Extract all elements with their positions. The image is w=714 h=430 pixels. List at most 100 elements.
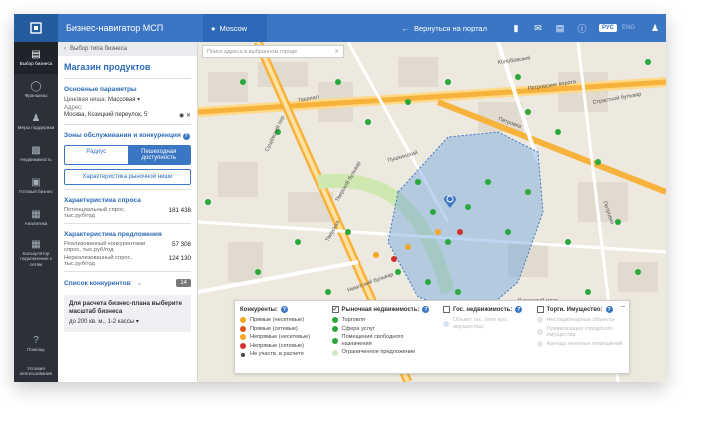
- close-icon[interactable]: ✕: [186, 113, 191, 119]
- nav-terms[interactable]: Условия использования: [14, 360, 58, 382]
- zones-heading-label: Зоны обслуживания и конкуренция: [64, 132, 181, 139]
- legend-item-label: Ограниченное предложение: [341, 349, 416, 356]
- nav-label: Калькулятор подключения к сетям: [20, 250, 52, 267]
- zone-radius-tab[interactable]: Радиус: [65, 146, 128, 164]
- page-title: Магазин продуктов: [64, 62, 151, 72]
- legend-item[interactable]: Приватизация городского имущества: [536, 326, 625, 339]
- legend-item[interactable]: Непрямые (сетевые): [240, 343, 322, 350]
- address-value[interactable]: Москва, Козицкий переулок, 5: [64, 112, 147, 119]
- address-row: Москва, Козицкий переулок, 5 ◉ ✕: [58, 111, 197, 121]
- map-view[interactable]: Колобовский Петровские ворота Страстной бу…: [198, 42, 666, 382]
- location-pin-icon[interactable]: ◉: [179, 113, 184, 119]
- scale-select-value: до 200 кв. м., 1-2 кассы: [69, 319, 135, 325]
- supply-realized-stat: Реализованный конкурентами спрос, тыс.ру…: [58, 240, 197, 254]
- caret-down-icon[interactable]: ▾: [137, 97, 140, 103]
- scale-select[interactable]: до 200 кв. м., 1-2 кассы ▾: [69, 319, 186, 327]
- auction-checkbox[interactable]: [536, 306, 544, 313]
- plan-box: Для расчета бизнес-плана выберите масшта…: [64, 295, 191, 332]
- help-icon[interactable]: ?: [280, 306, 288, 313]
- people-icon: ♟: [31, 113, 41, 125]
- back-label: Вернуться на портал: [413, 23, 487, 33]
- caret-down-icon: ▾: [135, 319, 139, 325]
- zone-walk-tab[interactable]: Пешеходная доступность: [127, 146, 190, 164]
- help-icon[interactable]: ?: [515, 306, 523, 313]
- legend-item[interactable]: Помещения свободного назначения: [331, 334, 433, 347]
- language-switch[interactable]: РУС ENG: [598, 24, 638, 32]
- price-niche-row: Ценовая ниша: Массовая ▾: [58, 95, 197, 104]
- lang-ru[interactable]: РУС: [598, 24, 617, 32]
- legend-item[interactable]: Аренда нежилых помещений: [536, 340, 625, 348]
- nav-label: Недвижимость: [20, 157, 52, 163]
- nav-label: Франшизы: [24, 93, 48, 99]
- commercial-checkbox[interactable]: ✓: [331, 306, 339, 313]
- legend-item[interactable]: Объект гос. (или муз. имущества): [442, 317, 527, 330]
- clear-icon[interactable]: ✕: [334, 49, 339, 55]
- help-icon[interactable]: ?: [422, 306, 430, 313]
- help-icon[interactable]: ?: [605, 306, 613, 313]
- legend-item[interactable]: Ограниченное предложение: [331, 349, 433, 356]
- nav-analytics[interactable]: ▦ Аналитика: [14, 202, 58, 234]
- terms-label: Условия использования: [19, 365, 53, 377]
- chevron-left-icon: ‹: [64, 46, 66, 52]
- top-bar: Бизнес-навигатор МСП ● Moscow ← Вернутьс…: [14, 14, 666, 42]
- nav-bottom: ? Помощь Условия использования: [14, 328, 58, 382]
- legend-item[interactable]: Прямые (сетевые): [240, 326, 322, 333]
- chat-icon[interactable]: ▤: [549, 14, 571, 42]
- nav-ready-business[interactable]: ▣ Готовый бизнес: [14, 170, 58, 202]
- nav-real-estate[interactable]: ▩ Недвижимость: [14, 138, 58, 170]
- legend-item-label: Прямые (сетевые): [250, 325, 298, 332]
- user-icon[interactable]: ♟: [644, 14, 666, 42]
- app-logo-icon[interactable]: [14, 14, 58, 42]
- nav-label: Выбор бизнеса: [19, 61, 53, 67]
- left-navigation: ▤ Выбор бизнеса ◯ Франшизы ♟ Меры поддер…: [14, 42, 58, 382]
- nav-support[interactable]: ♟ Меры поддержки: [14, 106, 58, 138]
- supply-unrealized-value: 124 130: [168, 255, 191, 262]
- price-select[interactable]: Массовая: [108, 97, 136, 103]
- state-checkbox[interactable]: [442, 306, 450, 313]
- legend-item-label: Аренда нежилых помещений: [546, 340, 623, 347]
- mobile-icon[interactable]: ▮: [505, 14, 527, 42]
- back-to-portal-link[interactable]: ← Вернуться на портал: [401, 24, 487, 33]
- info-icon[interactable]: ⓘ: [571, 14, 593, 42]
- market-niche-button[interactable]: Характеристика рыночной ниши: [64, 169, 191, 185]
- shop-icon: ▣: [31, 177, 41, 189]
- calculator-icon: ▦: [31, 238, 41, 250]
- demand-heading: Характеристика спроса: [64, 197, 141, 204]
- breadcrumb[interactable]: ‹ Выбор типа бизнеса: [58, 42, 197, 56]
- map-legend: – Конкуренты: ? Прямые (несетевые) Прямы…: [234, 300, 630, 374]
- breadcrumb-label: Выбор типа бизнеса: [70, 46, 127, 52]
- legend-item-label: Помещения свободного назначения: [341, 334, 404, 347]
- competitors-list-toggle[interactable]: Список конкурентов ⌄ 14: [58, 275, 197, 291]
- help-icon[interactable]: ?: [182, 133, 190, 140]
- nav-business-choice[interactable]: ▤ Выбор бизнеса: [14, 42, 58, 74]
- lang-en[interactable]: ENG: [619, 24, 638, 32]
- legend-item[interactable]: Торговля: [331, 317, 433, 324]
- legend-competitors-heading: Конкуренты:: [240, 306, 278, 313]
- legend-item[interactable]: Прямые (несетевые): [240, 317, 322, 324]
- legend-item-label: Торговля: [341, 317, 365, 323]
- legend-item[interactable]: Сфера услуг: [331, 325, 433, 333]
- legend-item[interactable]: Не участв. в расчете: [240, 351, 322, 358]
- legend-item-label: Объект гос. (или муз. имущества): [452, 317, 509, 330]
- legend-auction-heading: Торги. Имущество:: [546, 306, 603, 313]
- building-icon: ▩: [31, 145, 41, 157]
- legend-item-label: Не участв. в расчете: [250, 351, 304, 358]
- demand-label: Потенциальный спрос, тыс.руб/год: [64, 207, 126, 219]
- mail-icon[interactable]: ✉: [527, 14, 549, 42]
- legend-item[interactable]: Нестационарные объекты: [536, 317, 625, 324]
- nav-help[interactable]: ? Помощь: [14, 328, 58, 360]
- help-label: Помощь: [27, 347, 45, 353]
- franchise-icon: ◯: [30, 81, 42, 93]
- legend-item-label: Прямые (несетевые): [250, 317, 304, 323]
- legend-competitors: Конкуренты: ? Прямые (несетевые) Прямые …: [235, 301, 327, 373]
- legend-item[interactable]: Непрямые (несетевые): [240, 334, 322, 341]
- arrow-left-icon: ←: [401, 23, 409, 33]
- nav-calculator[interactable]: ▦ Калькулятор подключения к сетям: [14, 234, 58, 272]
- nav-franchises[interactable]: ◯ Франшизы: [14, 74, 58, 106]
- address-search-input[interactable]: Поиск адреса в выбранном городе ✕: [202, 45, 344, 58]
- question-icon: ?: [33, 335, 39, 347]
- city-selector[interactable]: ● Moscow: [203, 14, 267, 42]
- collapse-legend-icon[interactable]: –: [621, 303, 625, 310]
- legend-auction: Торги. Имущество: ? Нестационарные объек…: [532, 301, 630, 373]
- legend-item-label: Сфера услуг: [341, 325, 375, 332]
